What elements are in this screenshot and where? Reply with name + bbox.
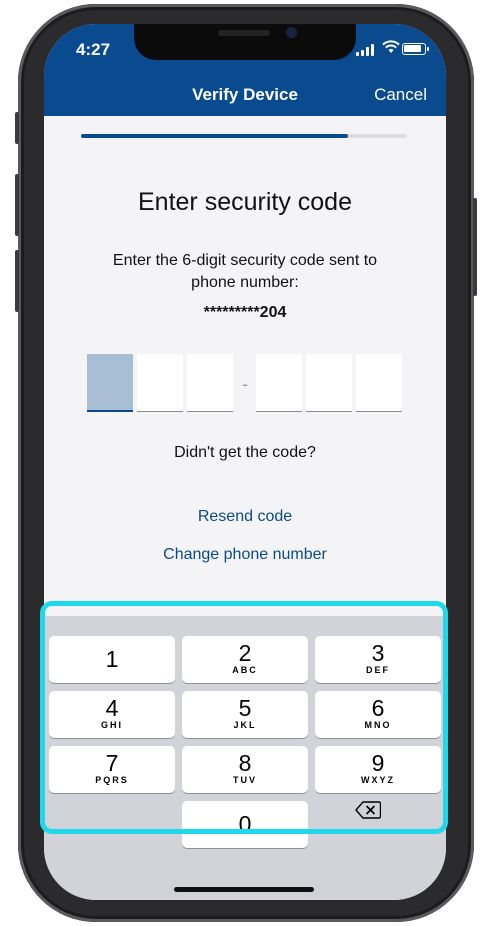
key-digit: 4 (105, 695, 119, 721)
nav-bar: Verify Device Cancel (44, 74, 446, 116)
key-letters: ABC (232, 665, 258, 675)
no-code-prompt: Didn't get the code? (174, 444, 316, 461)
key-digit: 7 (105, 750, 119, 776)
masked-phone-number: *********204 (203, 304, 287, 321)
verify-content: Enter security code Enter the 6-digit se… (44, 116, 446, 616)
code-digit-3[interactable] (187, 354, 233, 412)
key-digit: 3 (371, 640, 385, 666)
numeric-keypad: 1 2 ABC 3 DEF 4 GHI 5 JKL 6 MNO 7 PQRS 8… (44, 616, 446, 900)
key-letters: GHI (100, 720, 123, 730)
code-digit-6[interactable] (356, 354, 402, 412)
key-3[interactable]: 3 DEF (315, 636, 441, 683)
key-letters: MNO (364, 720, 392, 730)
code-digit-2[interactable] (137, 354, 183, 412)
home-indicator[interactable] (174, 887, 314, 892)
key-7[interactable]: 7 PQRS (49, 746, 175, 793)
status-bar: 4:27 (44, 24, 446, 74)
key-6[interactable]: 6 MNO (315, 691, 441, 738)
resend-code-link[interactable]: Resend code (44, 508, 446, 526)
key-letters: DEF (366, 665, 390, 675)
key-digit: 5 (238, 695, 252, 721)
side-button-volume-down (15, 250, 19, 312)
key-4[interactable]: 4 GHI (49, 691, 175, 738)
code-digit-5[interactable] (306, 354, 352, 412)
key-9[interactable]: 9 WXYZ (315, 746, 441, 793)
page-title: Enter security code (138, 188, 352, 216)
key-0[interactable]: 0 (182, 801, 308, 848)
front-camera (286, 27, 297, 38)
key-letters: PQRS (95, 775, 129, 785)
key-digit: 0 (238, 811, 252, 837)
key-5[interactable]: 5 JKL (182, 691, 308, 738)
change-phone-link[interactable]: Change phone number (44, 546, 446, 564)
speaker-grille (218, 30, 270, 36)
key-letters: TUV (233, 775, 257, 785)
cancel-button[interactable]: Cancel (374, 85, 427, 105)
key-digit: 2 (238, 640, 252, 666)
progress-bar (81, 134, 407, 138)
key-digit: 9 (371, 750, 385, 776)
key-letters: WXYZ (361, 775, 395, 785)
progress-fill (81, 134, 349, 138)
instruction-text: Enter the 6-digit security code sent to … (112, 252, 378, 291)
side-button-volume-up (15, 174, 19, 236)
phone-screen: 4:27 Verify Device Cancel Enter security… (44, 24, 446, 900)
backspace-icon[interactable] (355, 801, 381, 819)
key-letters: JKL (233, 720, 257, 730)
key-digit: 8 (238, 750, 252, 776)
side-button-silent (15, 112, 19, 144)
key-8[interactable]: 8 TUV (182, 746, 308, 793)
status-time: 4:27 (76, 40, 111, 59)
key-1[interactable]: 1 (49, 636, 175, 683)
notch (134, 24, 356, 60)
side-button-power (473, 198, 477, 296)
wifi-icon (382, 40, 400, 53)
key-digit: 6 (371, 695, 385, 721)
code-separator: - (242, 374, 248, 394)
code-digit-4[interactable] (256, 354, 302, 412)
battery-icon (402, 43, 429, 55)
code-digit-1[interactable] (87, 354, 133, 412)
status-icons (356, 40, 429, 56)
key-2[interactable]: 2 ABC (182, 636, 308, 683)
key-digit: 1 (105, 646, 119, 672)
